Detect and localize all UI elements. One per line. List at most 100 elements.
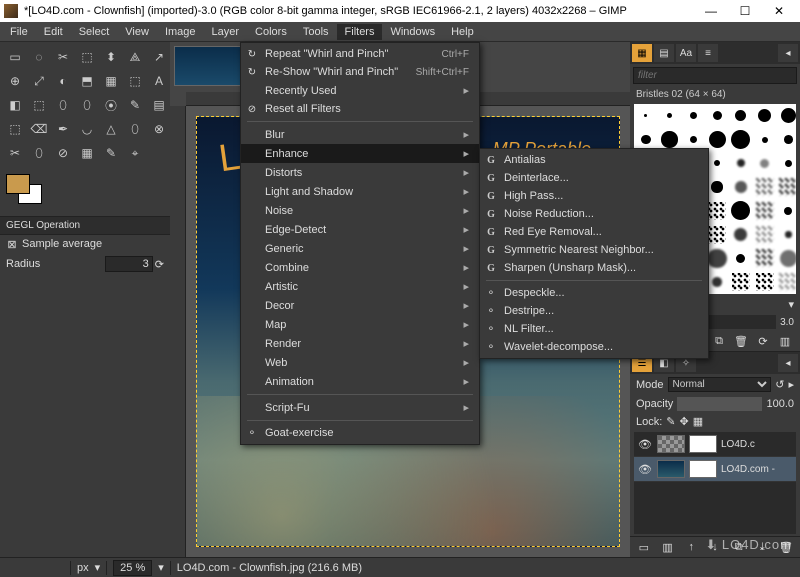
menu-item-render[interactable]: Render▸ <box>241 334 479 353</box>
tool-16[interactable]: ⬯ <box>52 94 74 116</box>
menu-item-decor[interactable]: Decor▸ <box>241 296 479 315</box>
brush-preset[interactable] <box>729 128 753 152</box>
maximize-button[interactable]: ☐ <box>728 0 762 22</box>
dock-menu-icon[interactable]: ◂ <box>778 44 798 62</box>
layer-item[interactable]: 👁LO4D.com - <box>634 457 796 482</box>
menu-item-reset[interactable]: ⊘Reset all Filters <box>241 100 479 118</box>
brush-preset[interactable] <box>777 175 797 199</box>
menu-item-map[interactable]: Map▸ <box>241 315 479 334</box>
tool-18[interactable]: ⦿ <box>100 94 122 116</box>
tool-10[interactable]: ⬒ <box>76 70 98 92</box>
brush-preset[interactable] <box>705 104 729 128</box>
menu-item-wavelet-decompose[interactable]: ⚬Wavelet-decompose... <box>480 338 708 356</box>
brush-preset[interactable] <box>753 223 777 247</box>
blend-mode-select[interactable]: Normal <box>668 377 772 392</box>
menu-item-recent[interactable]: Recently Used▸ <box>241 81 479 100</box>
brush-preset[interactable] <box>682 104 706 128</box>
visibility-icon[interactable]: 👁 <box>637 463 653 476</box>
menu-item-combine[interactable]: Combine▸ <box>241 258 479 277</box>
zoom-field[interactable]: 25 % <box>113 560 152 576</box>
brush-preset[interactable] <box>729 175 753 199</box>
brush-preset[interactable] <box>777 247 797 271</box>
tool-0[interactable]: ▭ <box>4 46 26 68</box>
lock-alpha-icon[interactable]: ▦ <box>693 415 703 428</box>
tool-11[interactable]: ▦ <box>100 70 122 92</box>
brush-preset[interactable] <box>753 270 777 294</box>
brush-preset[interactable] <box>729 270 753 294</box>
ruler-vertical[interactable] <box>170 106 186 557</box>
tool-24[interactable]: ◡ <box>76 118 98 140</box>
menu-item-enhance[interactable]: Enhance▸ <box>241 144 479 163</box>
brush-preset[interactable] <box>729 152 753 176</box>
menu-item-high-pass[interactable]: GHigh Pass... <box>480 187 708 205</box>
menu-tools[interactable]: Tools <box>295 24 337 40</box>
menu-colors[interactable]: Colors <box>247 24 295 40</box>
chevron-right-icon[interactable]: ▸ <box>788 378 794 391</box>
tool-12[interactable]: ⬚ <box>124 70 146 92</box>
brush-preset[interactable] <box>634 104 658 128</box>
menu-item-noise[interactable]: Noise▸ <box>241 201 479 220</box>
reset-mode-icon[interactable]: ↺ <box>775 378 784 391</box>
brush-preset[interactable] <box>753 199 777 223</box>
menu-image[interactable]: Image <box>157 24 204 40</box>
menu-filters[interactable]: Filters <box>337 24 383 40</box>
tool-25[interactable]: △ <box>100 118 122 140</box>
tool-13[interactable]: A <box>148 70 170 92</box>
tool-3[interactable]: ⬚ <box>76 46 98 68</box>
menu-item-web[interactable]: Web▸ <box>241 353 479 372</box>
tool-6[interactable]: ↗ <box>148 46 170 68</box>
menu-item-distorts[interactable]: Distorts▸ <box>241 163 479 182</box>
menu-item-goat[interactable]: ⚬Goat-exercise <box>241 424 479 442</box>
tool-31[interactable]: ▦ <box>76 142 98 164</box>
tool-15[interactable]: ⬚ <box>28 94 50 116</box>
image-tab-1[interactable] <box>174 46 244 86</box>
close-icon[interactable]: ⊠ <box>6 238 18 250</box>
tool-27[interactable]: ⊗ <box>148 118 170 140</box>
history-tab[interactable]: ≡ <box>698 44 718 62</box>
tool-20[interactable]: ▤ <box>148 94 170 116</box>
menu-file[interactable]: File <box>2 24 36 40</box>
menu-item-antialias[interactable]: GAntialias <box>480 151 708 169</box>
tool-5[interactable]: ⟁ <box>124 46 146 68</box>
brush-preset[interactable] <box>729 199 753 223</box>
lock-pixels-icon[interactable]: ✎ <box>666 415 675 428</box>
chevron-down-icon[interactable]: ▾ <box>788 298 794 311</box>
menu-item-repeat[interactable]: ↻Repeat "Whirl and Pinch"Ctrl+F <box>241 45 479 63</box>
foreground-color[interactable] <box>6 174 30 194</box>
menu-item-blur[interactable]: Blur▸ <box>241 125 479 144</box>
open-as-image-button[interactable]: ▥ <box>776 333 794 349</box>
brush-preset[interactable] <box>777 223 797 247</box>
lock-position-icon[interactable]: ✥ <box>680 415 689 428</box>
tool-2[interactable]: ✂ <box>52 46 74 68</box>
tool-9[interactable]: ◐ <box>52 70 74 92</box>
menu-select[interactable]: Select <box>71 24 118 40</box>
menu-windows[interactable]: Windows <box>382 24 443 40</box>
menu-item-scriptfu[interactable]: Script-Fu▸ <box>241 398 479 417</box>
fonts-tab[interactable]: Aa <box>676 44 696 62</box>
menu-item-generic[interactable]: Generic▸ <box>241 239 479 258</box>
new-group-button[interactable]: ▥ <box>659 539 677 555</box>
brush-preset[interactable] <box>753 247 777 271</box>
visibility-icon[interactable]: 👁 <box>637 438 653 451</box>
menu-item-symmetric-nearest-neighbor[interactable]: GSymmetric Nearest Neighbor... <box>480 241 708 259</box>
new-layer-button[interactable]: ▭ <box>635 539 653 555</box>
menu-item-red-eye-removal[interactable]: GRed Eye Removal... <box>480 223 708 241</box>
tool-1[interactable]: ◌ <box>28 46 50 68</box>
menu-item-artistic[interactable]: Artistic▸ <box>241 277 479 296</box>
tool-26[interactable]: ⬯ <box>124 118 146 140</box>
dock-menu-icon-2[interactable]: ◂ <box>778 354 798 372</box>
raise-layer-button[interactable]: ↑ <box>682 539 700 555</box>
brush-preset[interactable] <box>753 128 777 152</box>
brush-preset[interactable] <box>777 128 797 152</box>
brush-preset[interactable] <box>753 175 777 199</box>
menu-item-despeckle[interactable]: ⚬Despeckle... <box>480 284 708 302</box>
brush-filter-input[interactable] <box>633 67 797 84</box>
tool-4[interactable]: ⬍ <box>100 46 122 68</box>
brush-preset[interactable] <box>777 152 797 176</box>
menu-item-light-and-shadow[interactable]: Light and Shadow▸ <box>241 182 479 201</box>
menu-item-edge-detect[interactable]: Edge-Detect▸ <box>241 220 479 239</box>
menu-item-sharpen-unsharp-mask[interactable]: GSharpen (Unsharp Mask)... <box>480 259 708 277</box>
menu-item-destripe[interactable]: ⚬Destripe... <box>480 302 708 320</box>
menu-edit[interactable]: Edit <box>36 24 71 40</box>
tool-22[interactable]: ⌫ <box>28 118 50 140</box>
